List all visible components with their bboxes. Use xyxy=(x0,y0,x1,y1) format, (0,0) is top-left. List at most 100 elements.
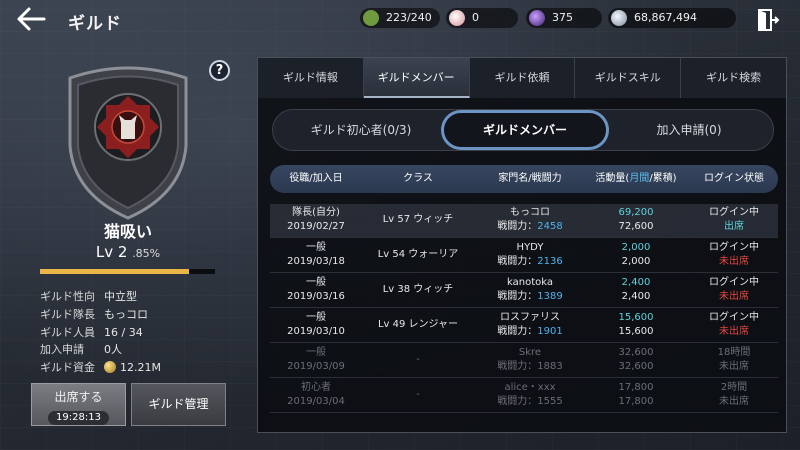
info-key: ギルド性向 xyxy=(40,290,95,303)
attendance-status: 未出席 xyxy=(719,396,749,407)
guild-info-row: 加入申請 0人 xyxy=(40,341,122,357)
cell-role: 一般 2019/03/10 xyxy=(270,311,362,339)
member-join-date: 2019/03/09 xyxy=(287,361,345,372)
attend-timer: 19:28:13 xyxy=(48,411,109,425)
exit-door-icon xyxy=(758,9,780,31)
cell-family: kanotoka 戦闘力：1389 xyxy=(480,276,580,304)
resource-orb[interactable]: 375 xyxy=(526,8,602,28)
info-key: ギルド隊長 xyxy=(40,308,95,321)
cell-family: Skre 戦闘力：1883 xyxy=(480,346,580,374)
table-row[interactable]: 一般 2019/03/10 Lv 49 レンジャー ロスファリス 戦闘力：1901 15,… xyxy=(270,309,778,343)
member-power: 戦闘力：2136 xyxy=(480,255,580,269)
resource-silver[interactable]: 68,867,494 xyxy=(608,8,736,28)
gold-coin-icon xyxy=(104,361,116,373)
member-role: 一般 xyxy=(306,277,326,288)
member-role: 一般 xyxy=(306,242,326,253)
table-row[interactable]: 一般 2019/03/09 - Skre 戦闘力：1883 32,600 32,600 18時… xyxy=(270,344,778,378)
attend-label: 出席する xyxy=(54,390,103,404)
exit-button[interactable] xyxy=(756,8,780,32)
cell-login: ログイン中 未出席 xyxy=(690,241,778,269)
guild-manage-button[interactable]: ギルド管理 xyxy=(131,383,226,426)
member-name: alice・xxx xyxy=(504,382,556,393)
header-activity[interactable]: 活動量(月間/累積) xyxy=(590,165,682,193)
activity-total: 2,400 xyxy=(621,291,651,302)
attend-button[interactable]: 出席する 19:28:13 xyxy=(31,383,126,426)
arrow-left-icon xyxy=(17,7,46,31)
attendance-status: 未出席 xyxy=(719,326,749,337)
login-state: ログイン中 xyxy=(709,207,759,218)
activity-total: 17,800 xyxy=(618,396,654,407)
attendance-status: 未出席 xyxy=(719,256,749,267)
page-title: ギルド xyxy=(68,14,122,34)
login-state: ログイン中 xyxy=(709,242,759,253)
cell-login: ログイン中 未出席 xyxy=(690,276,778,304)
table-row[interactable]: 一般 2019/03/16 Lv 38 ウィッチ kanotoka 戦闘力：1389 2,… xyxy=(270,274,778,308)
help-button[interactable]: ? xyxy=(209,60,230,81)
cell-class: Lv 49 レンジャー xyxy=(377,319,459,330)
cell-activity: 15,600 15,600 xyxy=(590,311,682,339)
power-label: 戦闘力： xyxy=(497,221,538,232)
tab-guild-members[interactable]: ギルドメンバー xyxy=(363,58,470,98)
member-subtabs: ギルド初心者(0/3) ギルドメンバー 加入申請(0) xyxy=(272,109,774,151)
info-value: 0人 xyxy=(104,343,122,356)
subtab-members[interactable]: ギルドメンバー xyxy=(441,110,609,150)
member-role: 一般 xyxy=(306,312,326,323)
table-row[interactable]: 隊長(自分) 2019/02/27 Lv 57 ウィッチ もっコロ 戦闘力：2458 69… xyxy=(270,204,778,238)
member-join-date: 2019/03/16 xyxy=(287,291,345,302)
member-role: 隊長(自分) xyxy=(292,207,340,218)
login-state: ログイン中 xyxy=(709,312,759,323)
guild-level-percent: .85% xyxy=(132,247,161,260)
guild-info-row: ギルド隊長 もっコロ xyxy=(40,306,148,322)
info-value: もっコロ xyxy=(104,308,148,321)
power-label: 戦闘力： xyxy=(497,396,538,407)
tab-guild-search[interactable]: ギルド検索 xyxy=(681,58,786,98)
member-join-date: 2019/02/27 xyxy=(287,221,345,232)
cell-activity: 2,000 2,000 xyxy=(590,241,682,269)
guild-info-row: ギルド性向 中立型 xyxy=(40,288,137,304)
power-value: 2136 xyxy=(537,256,563,267)
cell-family: HYDY 戦闘力：2136 xyxy=(480,241,580,269)
header-class: クラス xyxy=(403,173,433,184)
activity-monthly: 15,600 xyxy=(618,312,654,323)
guild-level-text: Lv 2 xyxy=(95,243,128,261)
subtab-beginners[interactable]: ギルド初心者(0/3) xyxy=(281,110,441,150)
resource-value: 223/240 xyxy=(386,11,432,24)
cell-activity: 32,600 32,600 xyxy=(590,346,682,374)
login-state: 18時間 xyxy=(717,347,751,358)
resource-value: 375 xyxy=(552,11,573,24)
tab-guild-info[interactable]: ギルド情報 xyxy=(258,58,364,98)
power-label: 戦闘力： xyxy=(497,326,538,337)
header-family: 家門名/戦闘力 xyxy=(498,173,562,184)
power-value: 1389 xyxy=(537,291,563,302)
login-state: ログイン中 xyxy=(709,277,759,288)
tab-guild-skills[interactable]: ギルドスキル xyxy=(575,58,682,98)
resource-stamina[interactable]: 223/240 xyxy=(360,8,440,28)
member-power: 戦闘力：1883 xyxy=(480,360,580,374)
power-label: 戦闘力： xyxy=(497,256,538,267)
cell-class: - xyxy=(416,354,420,365)
header-role: 役職/加入日 xyxy=(289,173,343,184)
cell-role: 初心者 2019/03/04 xyxy=(270,381,362,409)
back-button[interactable] xyxy=(14,6,48,36)
login-state: 2時間 xyxy=(720,382,748,393)
tab-guild-requests[interactable]: ギルド依頼 xyxy=(470,58,576,98)
cell-class: - xyxy=(416,389,420,400)
member-join-date: 2019/03/18 xyxy=(287,256,345,267)
activity-monthly: 17,800 xyxy=(618,382,654,393)
cell-activity: 17,800 17,800 xyxy=(590,381,682,409)
cell-role: 一般 2019/03/09 xyxy=(270,346,362,374)
resource-pearl[interactable]: 0 xyxy=(446,8,518,28)
info-value: 16 / 34 xyxy=(104,326,143,339)
subtab-applications[interactable]: 加入申請(0) xyxy=(609,110,769,150)
cell-class: Lv 54 ウォーリア xyxy=(377,249,459,260)
cell-class: Lv 57 ウィッチ xyxy=(382,214,454,225)
table-row[interactable]: 初心者 2019/03/04- alice・xxx 戦闘力：1555 17,800 17,… xyxy=(270,379,778,413)
activity-monthly: 69,200 xyxy=(618,207,654,218)
member-join-date: 2019/03/10 xyxy=(287,326,345,337)
cell-family: ロスファリス 戦闘力：1901 xyxy=(480,311,580,339)
table-row[interactable]: 一般 2019/03/18 Lv 54 ウォーリア HYDY 戦闘力：2136 2,000… xyxy=(270,239,778,273)
member-power: 戦闘力：1389 xyxy=(480,290,580,304)
activity-monthly: 2,000 xyxy=(621,242,651,253)
info-value: 中立型 xyxy=(104,290,137,303)
member-table-header: 役職/加入日 クラス 家門名/戦闘力 活動量(月間/累積) ログイン状態 xyxy=(270,165,778,193)
